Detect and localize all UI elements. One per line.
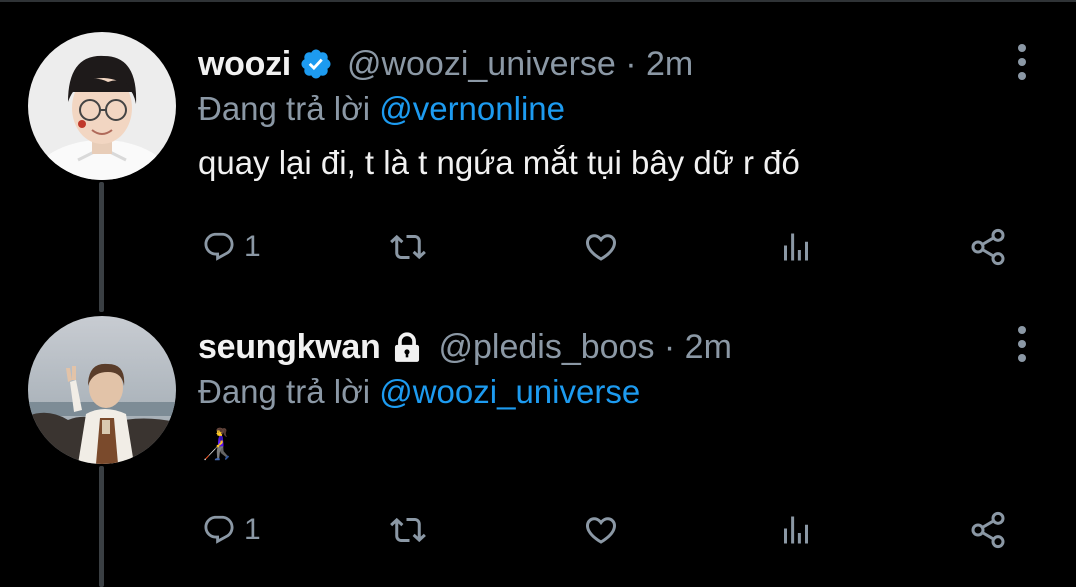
tweet-actions: 1: [198, 506, 1018, 554]
avatar-image: [28, 316, 176, 464]
avatar[interactable]: [28, 32, 176, 180]
tweet-item[interactable]: woozi @woozi_universe · 2m Đang trả lời …: [0, 0, 1076, 300]
reply-button[interactable]: 1: [202, 223, 261, 271]
reply-count: 1: [244, 513, 261, 546]
avatar-image: [28, 32, 176, 180]
display-name[interactable]: woozi: [198, 45, 291, 84]
tweet-text: 👩‍🦯: [198, 428, 236, 461]
mention-link[interactable]: @woozi_universe: [379, 373, 640, 410]
analytics-icon: [784, 233, 808, 261]
analytics-button[interactable]: [778, 223, 814, 271]
tweet-text: quay lại đi, t là t ngứa mắt tụi bây dữ …: [198, 144, 800, 181]
more-options-icon[interactable]: [1012, 324, 1032, 364]
share-icon: [971, 511, 1005, 549]
like-button[interactable]: [582, 223, 620, 271]
tweet-header: woozi @woozi_universe · 2m: [198, 44, 1036, 84]
mention-link[interactable]: @vernonline: [379, 90, 565, 127]
tweet-header: seungkwan @pledis_boos · 2m: [198, 327, 1036, 367]
replying-to: Đang trả lời @vernonline: [198, 90, 1036, 130]
more-options-icon[interactable]: [1012, 42, 1032, 82]
analytics-icon: [784, 516, 808, 544]
replying-to-label: Đang trả lời: [198, 90, 380, 127]
tweet-actions: 1: [198, 223, 1018, 271]
reply-icon: [204, 232, 234, 261]
lock-icon: [390, 330, 424, 364]
retweet-button[interactable]: [388, 506, 428, 554]
tweet-item[interactable]: seungkwan @pledis_boos · 2m Đang trả lời…: [0, 300, 1076, 587]
share-button[interactable]: [968, 223, 1008, 271]
retweet-icon: [390, 234, 426, 260]
replying-to-label: Đang trả lời: [198, 373, 380, 410]
reply-button[interactable]: 1: [202, 506, 261, 554]
like-icon: [585, 517, 617, 544]
handle-and-time[interactable]: @pledis_boos · 2m: [438, 328, 731, 367]
reply-count: 1: [244, 230, 261, 263]
like-button[interactable]: [582, 506, 620, 554]
like-icon: [585, 234, 617, 261]
handle-and-time[interactable]: @woozi_universe · 2m: [347, 45, 693, 84]
verified-badge-icon: [299, 47, 333, 81]
avatar[interactable]: [28, 316, 176, 464]
retweet-icon: [390, 517, 426, 543]
share-button[interactable]: [968, 506, 1008, 554]
display-name[interactable]: seungkwan: [198, 328, 381, 367]
share-icon: [971, 228, 1005, 266]
replying-to: Đang trả lời @woozi_universe: [198, 373, 1036, 413]
analytics-button[interactable]: [778, 506, 814, 554]
reply-icon: [204, 515, 234, 544]
retweet-button[interactable]: [388, 223, 428, 271]
